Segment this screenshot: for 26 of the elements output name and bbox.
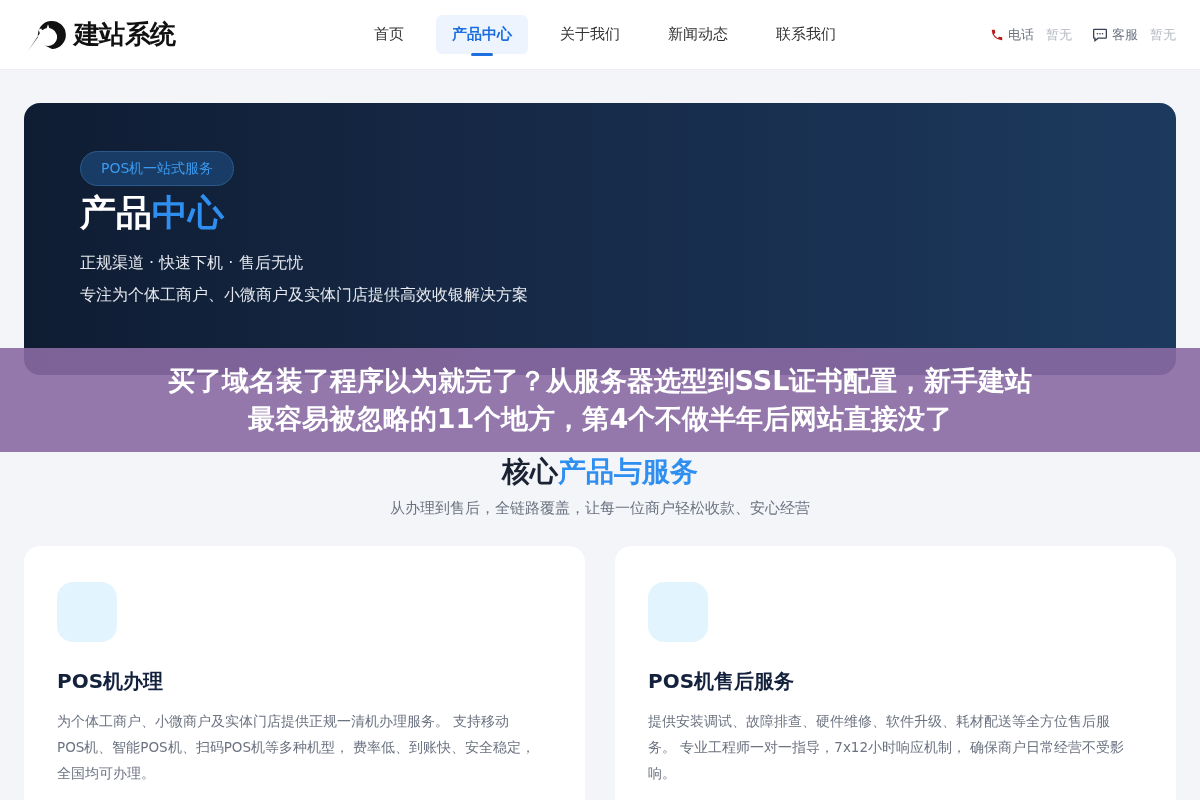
nav-tab[interactable]: 关于我们	[544, 15, 636, 54]
nav-tab[interactable]: 新闻动态	[652, 15, 744, 54]
card-description: 为个体工商户、小微商户及实体门店提供正规一清机办理服务。 支持移动POS机、智能POS机、扫码POS机等多种机型， 费率低、到账快、安全稳定，全国均可办理。	[57, 711, 537, 783]
section-title: 核心产品与服务	[502, 455, 698, 489]
chat-icon	[1092, 27, 1108, 42]
hero-badge: POS机一站式服务	[80, 151, 235, 186]
card-title: POS机办理	[57, 667, 165, 695]
card-description: 提供安装调试、故障排查、硬件维修、软件升级、耗材配送等全方位售后服务。 专业工程师一对一指导，7x12小时响应机制， 确保商户日常经营不受影响。	[648, 711, 1126, 783]
contact-value: 暂无	[1150, 25, 1176, 44]
hero-tagline: 正规渠道 · 快速下机 · 售后无忧	[80, 252, 304, 274]
section-subtitle: 从办理到售后，全链路覆盖，让每一位商户轻松收款、安心经营	[390, 498, 810, 519]
hero-title: 产品中心	[80, 191, 225, 235]
nav-tab[interactable]: 首页	[358, 15, 420, 54]
card-title: POS机售后服务	[648, 667, 796, 695]
service-icon-tile	[648, 581, 708, 642]
hero-description: 专注为个体工商户、小微商户及实体门店提供高效收银解决方案	[80, 284, 529, 306]
banner-headline: 买了域名装了程序以为就完了？从服务器选型到SSL证书配置，新手建站	[167, 364, 1033, 398]
nav-tab[interactable]: 联系我们	[760, 15, 852, 54]
nav-tab[interactable]: 产品中心	[436, 15, 528, 54]
service-icon-tile	[57, 581, 117, 642]
logo-text: 建站系统	[74, 18, 176, 51]
contact-label: 客服	[1112, 25, 1138, 44]
banner-headline: 最容易被忽略的11个地方，第4个不做半年后网站直接没了	[247, 402, 953, 436]
contact-value: 暂无	[1046, 25, 1072, 44]
contact-label: 电话	[1008, 25, 1034, 44]
phone-icon	[990, 27, 1004, 42]
